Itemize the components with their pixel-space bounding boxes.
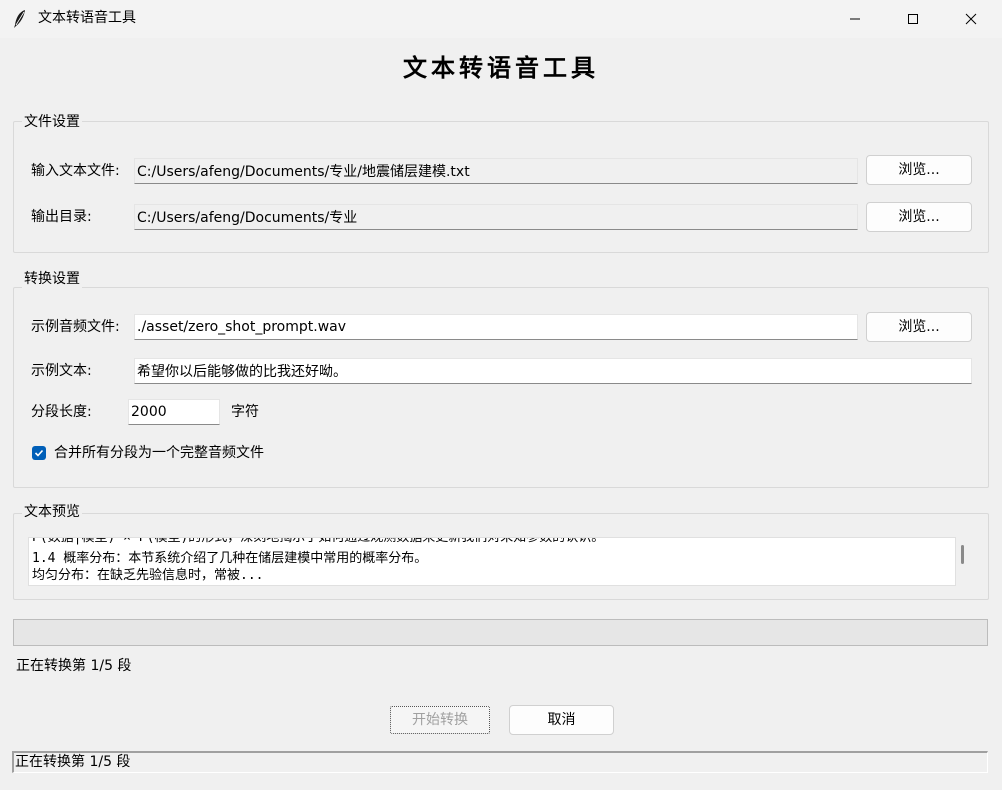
sample-audio-label: 示例音频文件: <box>31 319 120 335</box>
merge-label[interactable]: 合并所有分段为一个完整音频文件 <box>54 443 264 463</box>
input-file-label: 输入文本文件: <box>31 163 120 179</box>
sample-audio-field[interactable] <box>134 314 858 340</box>
preview-label: 文本预览 <box>22 503 82 521</box>
browse-input-button[interactable]: 浏览... <box>866 155 972 185</box>
segment-length-label: 分段长度: <box>31 404 92 420</box>
progress-bar <box>13 619 988 646</box>
output-dir-field[interactable] <box>134 204 858 230</box>
preview-line: 1.4 概率分布：本节系统介绍了几种在储层建模中常用的概率分布。 <box>32 551 428 566</box>
preview-line: 均匀分布：在缺乏先验信息时，常被... <box>32 568 264 583</box>
browse-audio-button[interactable]: 浏览... <box>866 312 972 342</box>
browse-output-button[interactable]: 浏览... <box>866 202 972 232</box>
minimize-button[interactable] <box>826 0 884 38</box>
preview-line: P(数据|模型) × P(模型)的形式，深刻地揭示了如何通过观测数据来更新我们对… <box>32 537 605 545</box>
output-dir-label: 输出目录: <box>31 209 92 225</box>
page-title: 文本转语音工具 <box>403 53 599 82</box>
sample-text-field[interactable] <box>134 358 972 384</box>
convert-settings-label: 转换设置 <box>22 270 82 288</box>
segment-length-field[interactable] <box>128 399 220 425</box>
status-text: 正在转换第 1/5 段 <box>16 658 132 674</box>
window-title: 文本转语音工具 <box>38 10 136 26</box>
preview-scrollbar[interactable] <box>961 545 964 564</box>
file-settings-label: 文件设置 <box>22 113 82 131</box>
cancel-button[interactable]: 取消 <box>509 705 614 735</box>
maximize-button[interactable] <box>884 0 942 38</box>
feather-icon <box>12 9 28 29</box>
input-file-field[interactable] <box>134 158 858 184</box>
checkmark-icon <box>34 449 44 457</box>
sample-text-label: 示例文本: <box>31 363 92 379</box>
title-bar: 文本转语音工具 <box>0 0 1002 38</box>
maximize-icon <box>908 14 918 24</box>
start-convert-button[interactable]: 开始转换 <box>390 706 490 734</box>
minimize-icon <box>850 18 860 20</box>
merge-checkbox[interactable] <box>32 446 46 460</box>
app-window: 文本转语音工具 文本转语音工具 文件设置 输入文本文件: 浏览... 输出目录:… <box>0 0 1002 790</box>
close-icon <box>965 13 977 25</box>
file-settings-group <box>13 121 989 253</box>
status-bar: 正在转换第 1/5 段 <box>12 751 988 773</box>
preview-textarea[interactable]: P(数据|模型) × P(模型)的形式，深刻地揭示了如何通过观测数据来更新我们对… <box>28 537 956 586</box>
close-button[interactable] <box>942 0 1000 38</box>
segment-unit-label: 字符 <box>231 404 259 420</box>
